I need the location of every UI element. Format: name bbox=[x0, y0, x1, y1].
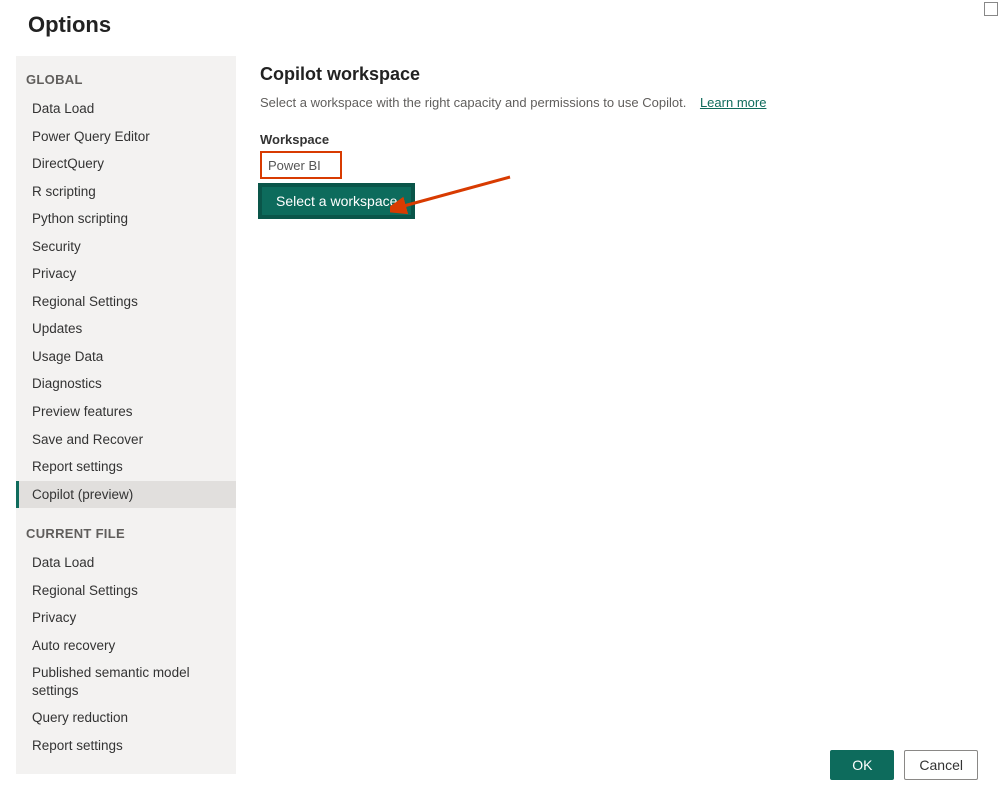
learn-more-link[interactable]: Learn more bbox=[700, 95, 766, 110]
sidebar-item-cf-privacy[interactable]: Privacy bbox=[16, 604, 236, 632]
sidebar-item-updates[interactable]: Updates bbox=[16, 315, 236, 343]
sidebar-item-cf-query-reduction[interactable]: Query reduction bbox=[16, 704, 236, 732]
window-controls bbox=[984, 2, 998, 16]
footer-buttons: OK Cancel bbox=[830, 750, 978, 780]
ok-button[interactable]: OK bbox=[830, 750, 894, 780]
sidebar-item-r-scripting[interactable]: R scripting bbox=[16, 178, 236, 206]
sidebar-global-title: GLOBAL bbox=[16, 70, 236, 95]
workspace-input-wrap: Select a workspace bbox=[260, 151, 413, 217]
sidebar-item-directquery[interactable]: DirectQuery bbox=[16, 150, 236, 178]
cancel-button[interactable]: Cancel bbox=[904, 750, 978, 780]
select-workspace-button[interactable]: Select a workspace bbox=[260, 185, 413, 217]
sidebar-item-cf-report-settings[interactable]: Report settings bbox=[16, 732, 236, 760]
sidebar-current-file-title: CURRENT FILE bbox=[16, 524, 236, 549]
sidebar-item-diagnostics[interactable]: Diagnostics bbox=[16, 370, 236, 398]
sidebar-item-cf-published-semantic-model-settings[interactable]: Published semantic model settings bbox=[16, 659, 236, 704]
sidebar-item-security[interactable]: Security bbox=[16, 233, 236, 261]
workspace-input[interactable] bbox=[260, 151, 342, 179]
sidebar-item-copilot-preview[interactable]: Copilot (preview) bbox=[16, 481, 236, 509]
sidebar-item-power-query-editor[interactable]: Power Query Editor bbox=[16, 123, 236, 151]
sidebar-item-cf-data-load[interactable]: Data Load bbox=[16, 549, 236, 577]
maximize-icon[interactable] bbox=[984, 2, 998, 16]
sidebar-item-regional-settings[interactable]: Regional Settings bbox=[16, 288, 236, 316]
sidebar-item-privacy[interactable]: Privacy bbox=[16, 260, 236, 288]
main-panel: Copilot workspace Select a workspace wit… bbox=[236, 56, 1000, 241]
panel-description: Select a workspace with the right capaci… bbox=[260, 95, 976, 110]
sidebar-item-data-load[interactable]: Data Load bbox=[16, 95, 236, 123]
sidebar-item-python-scripting[interactable]: Python scripting bbox=[16, 205, 236, 233]
dialog-title: Options bbox=[28, 12, 972, 38]
sidebar-item-usage-data[interactable]: Usage Data bbox=[16, 343, 236, 371]
workspace-label: Workspace bbox=[260, 132, 976, 147]
sidebar-item-save-and-recover[interactable]: Save and Recover bbox=[16, 426, 236, 454]
dialog-title-row: Options bbox=[0, 0, 1000, 56]
content-area: GLOBAL Data Load Power Query Editor Dire… bbox=[0, 56, 1000, 774]
panel-description-text: Select a workspace with the right capaci… bbox=[260, 95, 686, 110]
sidebar-item-report-settings[interactable]: Report settings bbox=[16, 453, 236, 481]
sidebar-item-cf-regional-settings[interactable]: Regional Settings bbox=[16, 577, 236, 605]
options-sidebar: GLOBAL Data Load Power Query Editor Dire… bbox=[16, 56, 236, 774]
panel-heading: Copilot workspace bbox=[260, 64, 976, 85]
sidebar-item-cf-auto-recovery[interactable]: Auto recovery bbox=[16, 632, 236, 660]
sidebar-item-preview-features[interactable]: Preview features bbox=[16, 398, 236, 426]
